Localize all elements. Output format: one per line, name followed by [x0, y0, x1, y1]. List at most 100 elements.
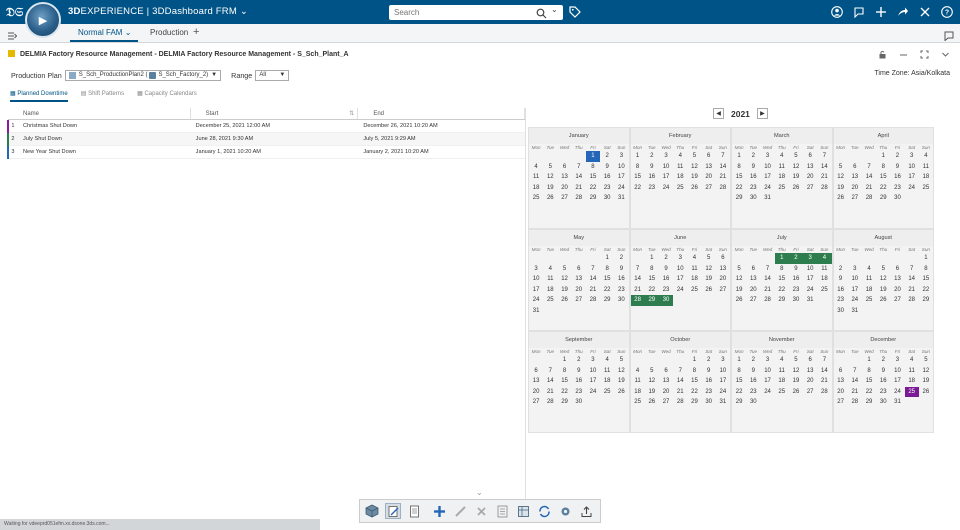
calendar-day[interactable]: 24 [905, 183, 919, 194]
calendar-day[interactable]: 21 [572, 183, 586, 194]
calendar-day[interactable]: 18 [600, 376, 614, 387]
calendar-day[interactable]: 16 [876, 376, 890, 387]
calendar-day[interactable]: 13 [803, 162, 817, 173]
prev-year-button[interactable]: ◀ [713, 108, 724, 119]
calendar-day[interactable]: 19 [557, 285, 571, 296]
calendar-day[interactable]: 16 [746, 376, 760, 387]
calendar-day[interactable]: 9 [600, 162, 614, 173]
calendar-day[interactable]: 19 [732, 285, 746, 296]
calendar-day[interactable]: 5 [789, 355, 803, 366]
calendar-day[interactable]: 17 [614, 172, 628, 183]
calendar-day[interactable]: 1 [600, 253, 614, 264]
calendar-day[interactable]: 20 [890, 285, 904, 296]
chevron-down-icon[interactable]: ⌄ [551, 5, 558, 14]
tab-normal-fam[interactable]: Normal FAM ⌄ [78, 28, 131, 37]
calendar-day[interactable]: 17 [848, 285, 862, 296]
calendar-day[interactable]: 9 [645, 162, 659, 173]
calendar-day[interactable]: 11 [600, 366, 614, 377]
lock-icon[interactable] [878, 46, 887, 64]
calendar-day[interactable]: 5 [645, 366, 659, 377]
calendar-day[interactable]: 14 [572, 172, 586, 183]
calendar-day[interactable]: 18 [817, 274, 831, 285]
calendar-day[interactable]: 17 [803, 274, 817, 285]
calendar-day[interactable]: 15 [645, 274, 659, 285]
calendar-day[interactable]: 21 [817, 172, 831, 183]
calendar-day[interactable]: 29 [862, 397, 876, 408]
calendar-day[interactable]: 19 [789, 172, 803, 183]
calendar-day[interactable]: 16 [645, 172, 659, 183]
calendar-day[interactable]: 23 [659, 285, 673, 296]
calendar-day[interactable]: 16 [834, 285, 848, 296]
calendar-day[interactable]: 24 [760, 387, 774, 398]
calendar-day[interactable]: 22 [631, 183, 645, 194]
calendar-day[interactable]: 28 [586, 295, 600, 306]
calendar-day[interactable]: 15 [862, 376, 876, 387]
calendar-day[interactable]: 14 [848, 376, 862, 387]
column-header-end[interactable]: End [358, 108, 525, 119]
calendar-day[interactable]: 15 [586, 172, 600, 183]
calendar-day[interactable]: 11 [775, 162, 789, 173]
calendar-day[interactable]: 29 [600, 295, 614, 306]
calendar-day[interactable]: 23 [890, 183, 904, 194]
calendar-day[interactable]: 16 [572, 376, 586, 387]
calendar-day[interactable]: 1 [585, 151, 601, 162]
calendar-day[interactable]: 18 [862, 285, 876, 296]
user-icon[interactable] [830, 5, 844, 19]
help-icon[interactable]: ? [940, 5, 954, 19]
list-icon[interactable] [494, 503, 510, 519]
calendar-day[interactable]: 4 [687, 253, 701, 264]
calendar-day[interactable]: 21 [716, 172, 730, 183]
calendar-day[interactable]: 22 [600, 285, 614, 296]
calendar-day[interactable]: 13 [890, 274, 904, 285]
calendar-day[interactable]: 12 [789, 366, 803, 377]
calendar-day[interactable]: 24 [614, 183, 628, 194]
calendar-day[interactable]: 1 [631, 151, 645, 162]
table-row[interactable]: 3 New Year Shut Down January 1, 2021 10:… [7, 145, 525, 159]
calendar-day[interactable]: 21 [862, 183, 876, 194]
calendar-day[interactable]: 7 [848, 366, 862, 377]
calendar-day[interactable]: 19 [702, 274, 716, 285]
tools-icon[interactable] [918, 5, 932, 19]
tab-shift-patterns[interactable]: ▤ Shift Patterns [81, 90, 124, 102]
calendar-day[interactable]: 24 [760, 183, 774, 194]
calendar-day[interactable]: 24 [848, 295, 862, 306]
calendar-day[interactable]: 5 [687, 151, 701, 162]
calendar-day[interactable]: 3 [760, 355, 774, 366]
calendar-day[interactable]: 22 [557, 387, 571, 398]
calendar-day[interactable]: 14 [817, 366, 831, 377]
calendar-day[interactable]: 6 [834, 366, 848, 377]
calendar-day[interactable]: 14 [673, 376, 687, 387]
calendar-day[interactable]: 21 [586, 285, 600, 296]
calendar-day[interactable]: 28 [817, 387, 831, 398]
menu-expand-icon[interactable] [7, 28, 18, 46]
calendar-day[interactable]: 19 [543, 183, 557, 194]
calendar-day[interactable]: 3 [716, 355, 730, 366]
calendar-day[interactable]: 12 [614, 366, 628, 377]
calendar-day[interactable]: 30 [614, 295, 628, 306]
add-tab-icon[interactable]: + [193, 26, 199, 38]
calendar-day[interactable]: 14 [631, 274, 645, 285]
calendar-day[interactable]: 11 [631, 376, 645, 387]
calendar-day[interactable]: 26 [919, 387, 933, 398]
calendar-day[interactable]: 27 [746, 295, 760, 306]
calendar-day[interactable]: 5 [614, 355, 628, 366]
maximize-icon[interactable] [920, 46, 929, 64]
calendar-day[interactable]: 13 [848, 172, 862, 183]
calendar-day[interactable]: 29 [919, 295, 933, 306]
calendar-day[interactable]: 2 [600, 151, 614, 162]
calendar-day[interactable]: 2 [702, 355, 716, 366]
calendar-day[interactable]: 12 [702, 264, 716, 275]
calendar-day[interactable]: 27 [834, 397, 848, 408]
calendar-day[interactable]: 28 [543, 397, 557, 408]
calendar-day[interactable]: 6 [746, 264, 760, 275]
calendar-day[interactable]: 30 [702, 397, 716, 408]
calendar-day[interactable]: 6 [890, 264, 904, 275]
calendar-day[interactable]: 6 [529, 366, 543, 377]
calendar-day[interactable]: 14 [905, 274, 919, 285]
calendar-day[interactable]: 8 [687, 366, 701, 377]
calendar-day[interactable]: 4 [775, 355, 789, 366]
calendar-day[interactable]: 29 [732, 397, 746, 408]
calendar-day[interactable]: 4 [775, 151, 789, 162]
calendar-day[interactable]: 27 [803, 183, 817, 194]
calendar-day[interactable]: 21 [817, 376, 831, 387]
